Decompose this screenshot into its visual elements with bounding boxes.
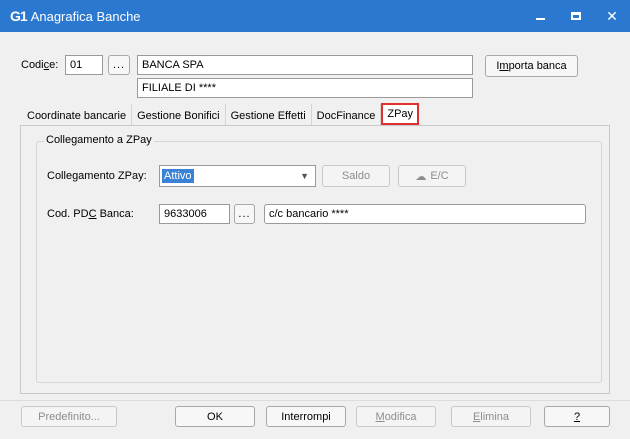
footer-separator: [0, 400, 630, 401]
window-title: Anagrafica Banche: [30, 8, 141, 24]
pdc-lookup-button[interactable]: ...: [234, 204, 255, 224]
zpay-group-title: Collegamento a ZPay: [44, 134, 154, 146]
pdc-label: Cod. PDC Banca:: [47, 208, 134, 220]
chevron-down-icon: ▼: [300, 171, 309, 181]
collegamento-selected-value: Attivo: [162, 169, 194, 183]
codice-lookup-button[interactable]: ...: [108, 55, 130, 75]
close-icon: ✕: [606, 7, 618, 24]
minimize-button[interactable]: [522, 0, 558, 32]
modifica-button[interactable]: Modifica: [356, 406, 436, 427]
pdc-description-field: c/c bancario ****: [264, 204, 586, 224]
minimize-icon: [535, 18, 545, 20]
import-bank-button[interactable]: Im porta banca: [485, 55, 578, 77]
codice-input[interactable]: 01: [65, 55, 103, 75]
maximize-button[interactable]: [558, 0, 594, 32]
tab-bar: Coordinate bancarie Gestione Bonifici Ge…: [22, 103, 420, 126]
codice-label: Codice:: [21, 59, 59, 71]
window-controls: ✕: [522, 0, 630, 32]
close-button[interactable]: ✕: [594, 0, 630, 32]
saldo-button[interactable]: Saldo: [322, 165, 390, 187]
interrompi-button[interactable]: Interrompi: [266, 406, 346, 427]
maximize-icon: [571, 12, 581, 20]
collegamento-label: Collegamento ZPay:: [47, 170, 147, 182]
predefinito-button[interactable]: Predefinito...: [21, 406, 117, 427]
ok-button[interactable]: OK: [175, 406, 255, 427]
tab-docfinance[interactable]: DocFinance: [312, 104, 382, 126]
tab-gestione-effetti[interactable]: Gestione Effetti: [226, 104, 312, 126]
tab-zpay[interactable]: ZPay: [381, 103, 420, 125]
pdc-input[interactable]: 9633006: [159, 204, 230, 224]
elimina-button[interactable]: Elimina: [451, 406, 531, 427]
ec-button[interactable]: ☁ E/C: [398, 165, 466, 187]
tab-coordinate-bancarie[interactable]: Coordinate bancarie: [22, 104, 133, 126]
cloud-download-icon: ☁: [415, 170, 427, 183]
tab-gestione-bonifici[interactable]: Gestione Bonifici: [132, 104, 226, 126]
branch-name-field[interactable]: FILIALE DI ****: [137, 78, 473, 98]
bank-name-field[interactable]: BANCA SPA: [137, 55, 473, 75]
app-logo: G1: [10, 8, 28, 24]
title-bar: G1 Anagrafica Banche ✕: [0, 0, 630, 32]
help-button[interactable]: ?: [544, 406, 610, 427]
collegamento-select[interactable]: Attivo ▼: [159, 165, 316, 187]
